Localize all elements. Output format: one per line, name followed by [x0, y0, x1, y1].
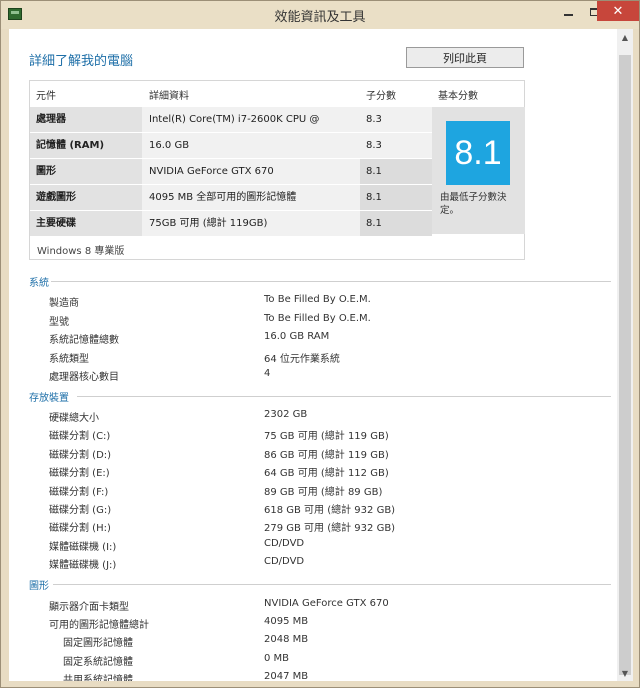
scroll-down-icon[interactable]: ▼ — [617, 665, 633, 681]
section-divider — [53, 584, 611, 585]
info-value: 279 GB 可用 (總計 932 GB) — [264, 523, 396, 534]
info-label: 磁碟分割 (C:) — [49, 431, 111, 442]
info-label: 製造商 — [49, 298, 79, 309]
info-label: 磁碟分割 (H:) — [49, 523, 111, 534]
section-divider — [77, 396, 611, 397]
row-detail: Intel(R) Core(TM) i7-2600K CPU @ 3.40GHz — [142, 107, 360, 150]
info-value: 4095 MB — [264, 616, 309, 627]
info-value: To Be Filled By O.E.M. — [264, 294, 371, 305]
vertical-scrollbar[interactable]: ▲ ▼ — [617, 29, 633, 681]
table-row: 遊戲圖形 4095 MB 全部可用的圖形記憶體 8.1 — [30, 185, 432, 210]
row-component: 主要硬碟 — [30, 211, 142, 236]
info-value: 0 MB — [264, 653, 290, 664]
info-value: 75 GB 可用 (總計 119 GB) — [264, 431, 389, 442]
scroll-thumb[interactable] — [619, 55, 631, 675]
print-page-button[interactable]: 列印此頁 — [406, 47, 524, 68]
close-button[interactable]: ✕ — [597, 1, 639, 21]
section-title-storage: 存放裝置 — [29, 393, 69, 404]
info-label: 磁碟分割 (D:) — [49, 450, 112, 461]
close-icon: ✕ — [612, 3, 624, 19]
info-value: CD/DVD — [264, 556, 305, 567]
row-detail: 4095 MB 全部可用的圖形記憶體 — [142, 185, 360, 210]
info-value: 64 位元作業系統 — [264, 354, 340, 365]
section-title-graphics: 圖形 — [29, 581, 49, 592]
table-row: 處理器 Intel(R) Core(TM) i7-2600K CPU @ 3.4… — [30, 107, 432, 150]
info-value: CD/DVD — [264, 538, 305, 549]
performance-window: 效能資訊及工具 ✕ 詳細了解我的電腦 列印此頁 元件 詳細資料 子分數 基本分數… — [0, 0, 640, 688]
column-header-subscore: 子分數 — [366, 91, 396, 102]
content-area: 詳細了解我的電腦 列印此頁 元件 詳細資料 子分數 基本分數 處理器 Intel… — [9, 29, 617, 681]
column-header-component: 元件 — [36, 91, 56, 102]
window-title: 效能資訊及工具 — [274, 10, 366, 25]
row-detail: 75GB 可用 (總計 119GB) — [142, 211, 360, 236]
info-label: 系統記憶體總數 — [49, 335, 119, 346]
minimize-button[interactable] — [555, 2, 581, 22]
row-detail: 16.0 GB — [142, 133, 360, 158]
base-score-tile: 8.1 — [446, 121, 510, 185]
info-value: 2048 MB — [264, 634, 309, 645]
row-subscore: 8.1 — [360, 185, 432, 210]
title-bar[interactable]: 效能資訊及工具 ✕ — [1, 1, 639, 29]
row-subscore: 8.1 — [360, 159, 432, 184]
minimize-icon — [563, 14, 573, 16]
row-component: 遊戲圖形 — [30, 185, 142, 210]
row-component: 處理器 — [30, 107, 142, 132]
info-label: 系統類型 — [49, 354, 89, 365]
info-value: 4 — [264, 368, 271, 379]
row-subscore: 8.3 — [360, 107, 432, 132]
row-component: 記憶體 (RAM) — [30, 133, 142, 158]
column-header-base-score: 基本分數 — [438, 91, 478, 102]
table-row: 圖形 NVIDIA GeForce GTX 670 8.1 — [30, 159, 432, 184]
info-label: 處理器核心數目 — [49, 372, 119, 383]
info-label: 型號 — [49, 317, 69, 328]
section-divider — [51, 281, 611, 282]
info-label: 共用系統記憶體 — [63, 675, 133, 681]
table-row: 記憶體 (RAM) 16.0 GB 8.3 — [30, 133, 432, 158]
info-value: 2302 GB — [264, 409, 308, 420]
info-label: 媒體磁碟機 (J:) — [49, 560, 117, 571]
info-label: 磁碟分割 (G:) — [49, 505, 112, 516]
row-detail: NVIDIA GeForce GTX 670 — [142, 159, 360, 184]
info-value: To Be Filled By O.E.M. — [264, 313, 371, 324]
section-title-system: 系統 — [29, 278, 49, 289]
info-value: NVIDIA GeForce GTX 670 — [264, 598, 389, 609]
info-value: 2047 MB — [264, 671, 309, 681]
base-score-note: 由最低子分數決定。 — [440, 192, 507, 216]
base-score-panel: 8.1 由最低子分數決定。 — [432, 107, 525, 234]
info-label: 媒體磁碟機 (I:) — [49, 542, 117, 553]
info-label: 顯示器介面卡類型 — [49, 602, 129, 613]
info-label: 磁碟分割 (E:) — [49, 468, 110, 479]
scroll-up-icon[interactable]: ▲ — [617, 29, 633, 45]
windows-edition: Windows 8 專業版 — [37, 246, 125, 257]
info-value: 16.0 GB RAM — [264, 331, 330, 342]
info-label: 固定圖形記憶體 — [63, 638, 133, 649]
info-label: 固定系統記憶體 — [63, 657, 133, 668]
info-value: 86 GB 可用 (總計 119 GB) — [264, 450, 389, 461]
info-value: 64 GB 可用 (總計 112 GB) — [264, 468, 389, 479]
column-header-detail: 詳細資料 — [149, 91, 189, 102]
info-label: 硬碟總大小 — [49, 413, 99, 424]
info-label: 可用的圖形記憶體總計 — [49, 620, 149, 631]
info-value: 618 GB 可用 (總計 932 GB) — [264, 505, 396, 516]
info-label: 磁碟分割 (F:) — [49, 487, 109, 498]
table-row: 主要硬碟 75GB 可用 (總計 119GB) 8.1 — [30, 211, 432, 236]
row-subscore: 8.1 — [360, 211, 432, 236]
row-subscore: 8.3 — [360, 133, 432, 158]
page-title: 詳細了解我的電腦 — [29, 54, 134, 69]
info-value: 89 GB 可用 (總計 89 GB) — [264, 487, 383, 498]
row-component: 圖形 — [30, 159, 142, 184]
score-summary-table: 元件 詳細資料 子分數 基本分數 處理器 Intel(R) Core(TM) i… — [29, 80, 525, 260]
